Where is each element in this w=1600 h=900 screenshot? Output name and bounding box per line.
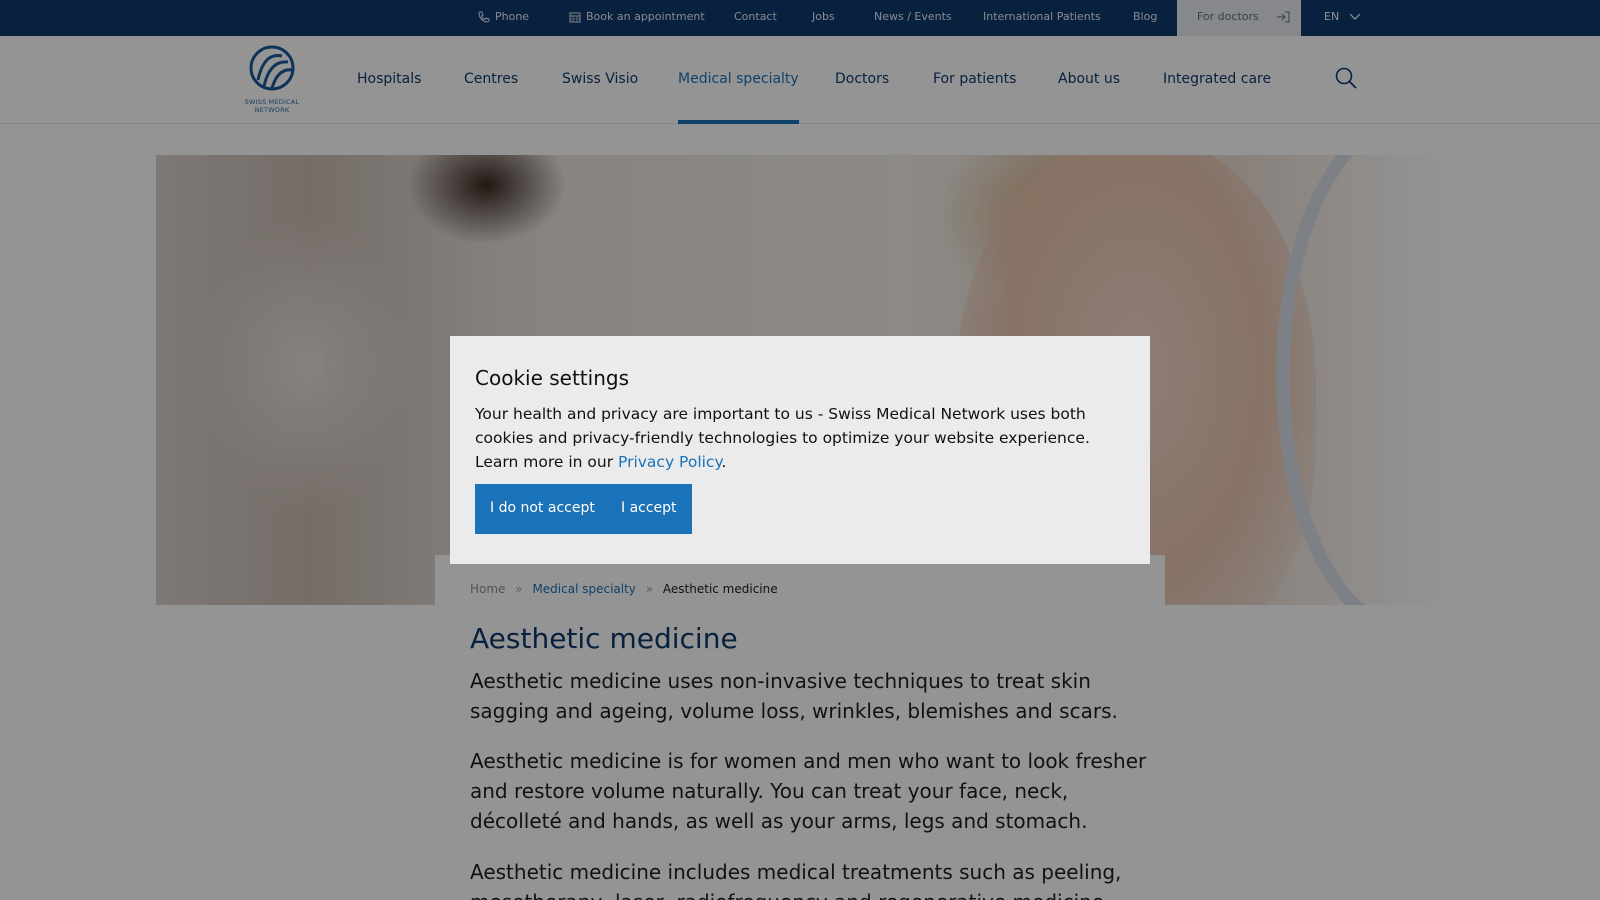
- cookie-dialog-title: Cookie settings: [475, 366, 629, 390]
- accept-cookies-button[interactable]: I accept: [606, 484, 692, 534]
- cookie-dialog-text: Your health and privacy are important to…: [475, 405, 1090, 471]
- cookie-settings-dialog: Cookie settings Your health and privacy …: [450, 336, 1150, 564]
- privacy-policy-link[interactable]: Privacy Policy: [618, 453, 721, 471]
- decline-cookies-button[interactable]: I do not accept: [475, 484, 610, 534]
